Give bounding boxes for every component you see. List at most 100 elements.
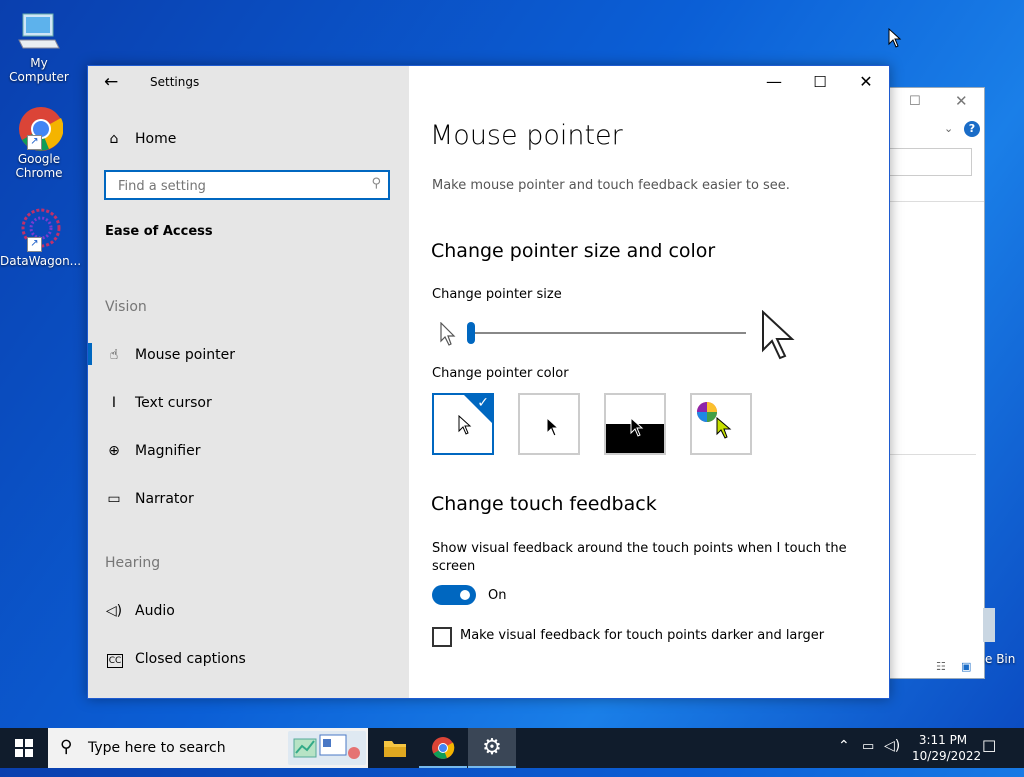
search-setting-box[interactable]: ⚲ [104,170,390,200]
maximize-icon: ☐ [813,73,827,91]
magnifier-icon: ⊕ [108,443,120,459]
divider [881,454,976,455]
desktop-icon-label: DataWagon... [0,254,82,268]
folder-icon [384,741,406,757]
settings-content: — ☐ ✕ Mouse pointer Make mouse pointer a… [409,66,889,698]
back-arrow-icon[interactable]: ← [104,72,118,92]
nav-closed-captions[interactable]: CC Closed captions [105,648,246,670]
nav-item-label: Closed captions [135,651,246,667]
nav-item-label: Mouse pointer [135,347,235,363]
desktop-icon-label: Google Chrome [15,152,63,180]
pointer-size-slider-thumb[interactable] [467,322,475,344]
divider [881,201,984,202]
nav-narrator[interactable]: ▭ Narrator [105,488,193,510]
large-icons-view-icon[interactable]: ▣ [961,660,971,673]
section-vision: Vision [105,299,147,315]
category-title: Ease of Access [105,224,213,239]
file-explorer-taskbar-button[interactable] [371,728,419,768]
home-icon: ⌂ [109,131,119,147]
maximize-button[interactable]: ☐ [797,66,843,98]
nav-home[interactable]: ⌂ Home [105,128,177,150]
text-cursor-icon: I [111,395,117,411]
touch-section-heading: Change touch feedback [431,493,657,515]
mouse-pointer-icon: ☝ [109,347,119,363]
recycle-bin-icon[interactable] [983,608,995,642]
nav-text-cursor[interactable]: I Text cursor [105,392,212,414]
darker-feedback-checkbox[interactable] [432,627,452,647]
inverted-pointer-icon [630,417,644,437]
start-button[interactable] [0,728,48,768]
color-option-black[interactable] [518,393,580,455]
nav-magnifier[interactable]: ⊕ Magnifier [105,440,201,462]
settings-sidebar: ← Settings ⌂ Home ⚲ Ease of Access Vision… [88,66,409,698]
color-option-custom[interactable] [690,393,752,455]
notification-icon[interactable]: ☐ [982,737,996,756]
nav-item-label: Text cursor [135,395,212,411]
close-button[interactable]: ✕ [843,66,889,98]
white-pointer-icon [458,415,472,435]
mouse-cursor-icon [888,28,902,48]
search-icon: ⚲ [371,176,381,191]
clock[interactable]: 3:11 PM 10/29/2022 [912,732,981,764]
color-wheel-icon [697,402,717,422]
windows-logo-icon [15,739,33,757]
chevron-up-icon[interactable]: ⌃ [838,738,850,754]
touch-feedback-toggle[interactable] [432,585,476,605]
window-title: Settings [150,75,200,89]
page-title: Mouse pointer [430,120,623,151]
taskbar-search-box[interactable]: ⚲ Type here to search [48,728,368,768]
color-option-inverted[interactable] [604,393,666,455]
checkmark-icon: ✓ [477,395,489,411]
search-highlights-illustration [288,731,366,765]
gear-icon: ⚙ [482,735,502,760]
lime-pointer-icon [716,417,732,439]
chrome-icon: ↗ [15,104,64,151]
taskbar-search-placeholder: Type here to search [88,740,226,756]
search-input[interactable] [116,176,365,196]
page-subtitle: Make mouse pointer and touch feedback ea… [432,178,790,193]
nav-audio[interactable]: ◁) Audio [105,600,175,622]
computer-icon [15,8,63,54]
network-icon[interactable]: ▭ [862,739,874,754]
address-bar[interactable] [881,148,972,176]
closed-captions-icon: CC [107,654,123,668]
desktop-icon-chrome[interactable]: ↗ Google Chrome [0,104,78,180]
chrome-taskbar-button[interactable] [419,728,467,768]
details-view-icon[interactable]: ☷ [936,660,946,673]
background-explorer-window[interactable]: ☐ ✕ ⌄ ? ☷ ▣ [880,87,985,679]
shortcut-arrow-icon: ↗ [27,237,42,252]
small-pointer-icon [440,322,456,346]
chevron-down-icon[interactable]: ⌄ [944,122,953,135]
chrome-icon [432,737,455,759]
maximize-icon[interactable]: ☐ [909,94,921,109]
pointer-size-track[interactable] [467,332,746,334]
nav-home-label: Home [135,131,177,147]
nav-mouse-pointer[interactable]: ☝ Mouse pointer [105,344,235,366]
search-icon: ⚲ [60,737,73,757]
pointer-color-label: Change pointer color [432,366,569,381]
black-pointer-icon [546,417,560,437]
taskbar: ⚲ Type here to search ⚙ ⌃ ▭ ◁) 3:11 PM 1… [0,728,1024,768]
audio-icon: ◁) [105,603,123,619]
volume-icon[interactable]: ◁) [884,738,900,754]
nav-item-label: Audio [135,603,175,619]
close-icon[interactable]: ✕ [955,92,968,110]
desktop-icon-my-computer[interactable]: My Computer [0,8,78,84]
minimize-button[interactable]: — [751,66,797,98]
toggle-knob [460,590,470,600]
settings-window: ← Settings ⌂ Home ⚲ Ease of Access Vision… [87,65,890,699]
help-icon[interactable]: ? [964,121,980,137]
settings-taskbar-button[interactable]: ⚙ [468,728,516,768]
recycle-bin-label[interactable]: e Bin [985,652,1015,666]
minimize-icon: — [766,72,782,91]
darker-feedback-label: Make visual feedback for touch points da… [460,628,825,643]
desktop-icon-datawagon[interactable]: ↗ DataWagon... [0,206,82,268]
clock-time: 3:11 PM [918,733,968,747]
desktop-icon-label: My Computer [9,56,69,84]
pointer-section-heading: Change pointer size and color [431,240,716,262]
narrator-icon: ▭ [107,491,121,507]
nav-item-label: Magnifier [135,443,201,459]
shortcut-arrow-icon: ↗ [27,135,42,150]
selected-indicator [88,343,92,365]
color-option-white[interactable]: ✓ [432,393,494,455]
